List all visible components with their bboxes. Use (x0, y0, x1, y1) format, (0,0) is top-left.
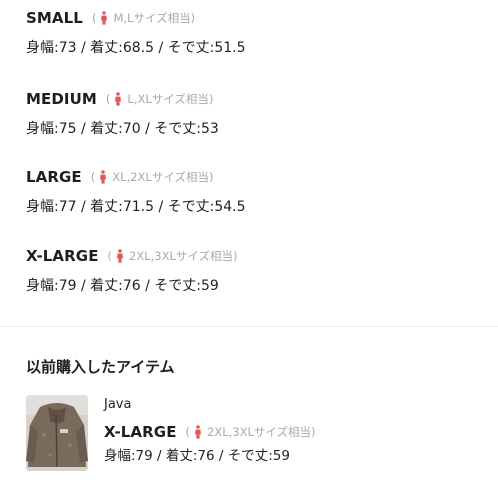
item-measurements: 身幅:79 / 着丈:76 / そで丈:59 (104, 448, 290, 464)
size-equivalent: ( 2XL,3XLサイズ相当) (108, 248, 238, 264)
person-icon (101, 11, 108, 25)
item-size-row: X-LARGE ( 2XL,3XLサイズ相当) (104, 422, 484, 442)
equiv-open-paren: ( (105, 92, 111, 106)
item-size-equivalent: ( 2XL,3XLサイズ相当) (186, 424, 316, 440)
equiv-open-paren: ( (90, 170, 96, 184)
person-icon (195, 425, 202, 439)
equiv-open-paren: ( (107, 249, 113, 263)
size-guide-page: SMALL ( M,Lサイズ相当) 身幅:73 / 着丈:68.5 / そで丈:… (0, 0, 498, 498)
item-size-name: X-LARGE (104, 423, 177, 441)
size-option-large: LARGE ( XL,2XLサイズ相当) 身幅:77 / 着丈:71.5 / そ… (26, 167, 486, 217)
size-header: SMALL ( M,Lサイズ相当) (26, 8, 486, 28)
jacket-thumbnail-icon (26, 395, 88, 471)
equiv-text: 2XL,3XLサイズ相当) (207, 425, 316, 439)
section-divider (0, 326, 498, 327)
size-name: LARGE (26, 168, 82, 186)
item-brand: Java (104, 397, 132, 412)
size-name: MEDIUM (26, 90, 97, 108)
size-option-medium: MEDIUM ( L,XLサイズ相当) 身幅:75 / 着丈:70 / そで丈:… (26, 89, 486, 139)
size-header: X-LARGE ( 2XL,3XLサイズ相当) (26, 246, 486, 266)
previous-purchase-title: 以前購入したアイテム (26, 358, 175, 376)
size-measurements: 身幅:77 / 着丈:71.5 / そで丈:54.5 (26, 199, 246, 215)
person-icon (115, 92, 122, 106)
size-measurements: 身幅:75 / 着丈:70 / そで丈:53 (26, 121, 219, 137)
size-measurements: 身幅:79 / 着丈:76 / そで丈:59 (26, 278, 219, 294)
size-name: SMALL (26, 9, 83, 27)
equiv-open-paren: ( (91, 11, 97, 25)
item-info: Java X-LARGE ( 2XL,3XLサイズ相当) 身幅:79 / 着丈:… (104, 395, 484, 466)
size-option-small: SMALL ( M,Lサイズ相当) 身幅:73 / 着丈:68.5 / そで丈:… (26, 8, 486, 58)
person-icon (100, 170, 107, 184)
size-header: MEDIUM ( L,XLサイズ相当) (26, 89, 486, 109)
size-equivalent: ( XL,2XLサイズ相当) (91, 169, 214, 185)
equiv-text: M,Lサイズ相当) (113, 11, 196, 25)
size-header: LARGE ( XL,2XLサイズ相当) (26, 167, 486, 187)
size-equivalent: ( M,Lサイズ相当) (92, 10, 195, 26)
equiv-text: XL,2XLサイズ相当) (112, 170, 214, 184)
size-equivalent: ( L,XLサイズ相当) (106, 91, 214, 107)
size-measurements: 身幅:73 / 着丈:68.5 / そで丈:51.5 (26, 40, 246, 56)
person-icon (117, 249, 124, 263)
equiv-text: L,XLサイズ相当) (127, 92, 214, 106)
fleece-jacket-photo (26, 395, 88, 471)
previous-purchase-item[interactable]: Java X-LARGE ( 2XL,3XLサイズ相当) 身幅:79 / 着丈:… (26, 395, 486, 473)
equiv-text: 2XL,3XLサイズ相当) (129, 249, 238, 263)
size-name: X-LARGE (26, 247, 99, 265)
equiv-open-paren: ( (185, 425, 191, 439)
size-option-x-large: X-LARGE ( 2XL,3XLサイズ相当) 身幅:79 / 着丈:76 / … (26, 246, 486, 296)
